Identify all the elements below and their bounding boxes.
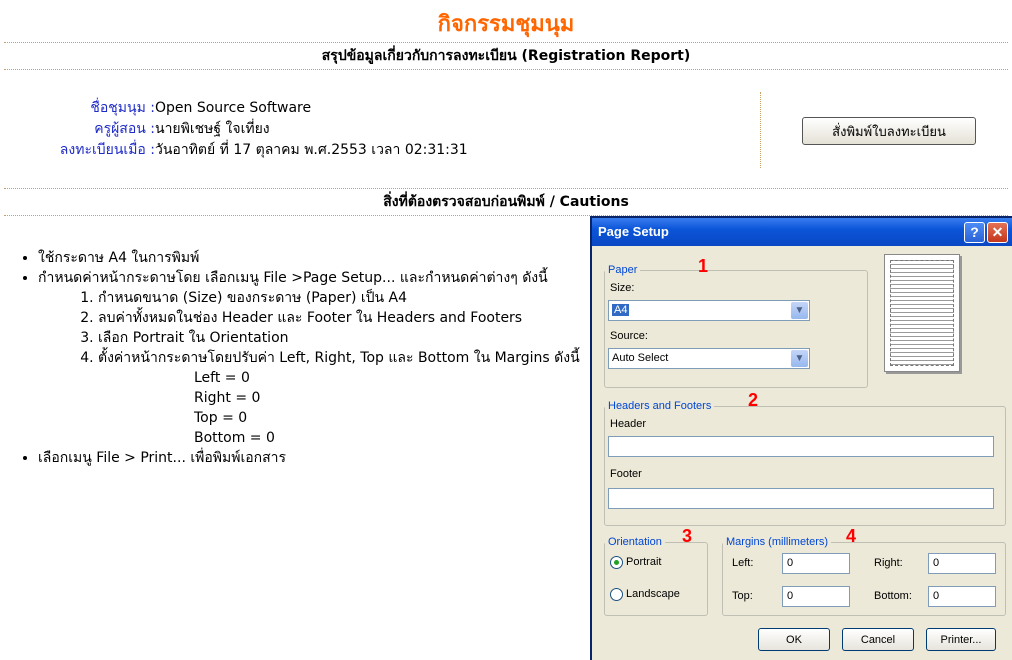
margin-left: Left = 0 <box>194 370 250 386</box>
registered-value: วันอาทิตย์ ที่ 17 ตุลาคม พ.ศ.2553 เวลา 0… <box>155 142 468 158</box>
print-registration-button[interactable]: สั่งพิมพ์ใบลงทะเบียน <box>802 117 976 145</box>
source-value: Auto Select <box>612 352 669 364</box>
right-margin-input[interactable]: 0 <box>928 553 996 574</box>
step-orientation: เลือก Portrait ใน Orientation <box>98 328 584 348</box>
bottom-label: Bottom: <box>874 590 912 602</box>
step-margins: ตั้งค่าหน้ากระดาษโดยปรับค่า Left, Right,… <box>98 348 584 448</box>
headers-footers-legend: Headers and Footers <box>608 400 712 412</box>
paper-legend: Paper <box>608 264 638 276</box>
annotation-1: 1 <box>698 256 709 276</box>
club-label: ชื่อชุมนุม : <box>90 100 155 116</box>
registered-row: ลงทะเบียนเมื่อ : วันอาทิตย์ ที่ 17 ตุลาค… <box>0 140 468 161</box>
dialog-titlebar[interactable]: Page Setup ? ✕ <box>592 218 1012 246</box>
portrait-radio[interactable] <box>610 556 623 569</box>
report-header: สรุปข้อมูลเกี่ยวกับการลงทะเบียน (Registr… <box>4 42 1008 70</box>
source-select[interactable]: Auto Select ▼ <box>608 348 810 369</box>
divider <box>760 92 761 168</box>
step-margins-text: ตั้งค่าหน้ากระดาษโดยปรับค่า Left, Right,… <box>98 350 580 366</box>
left-label: Left: <box>732 557 754 569</box>
page-title: กิจกรรมชุมนุม <box>437 12 575 37</box>
club-row: ชื่อชุมนุม : Open Source Software <box>0 98 468 119</box>
portrait-label: Portrait <box>626 556 662 568</box>
landscape-radio[interactable] <box>610 588 623 601</box>
margins-legend: Margins (millimeters) <box>726 536 829 548</box>
top-margin-input[interactable]: 0 <box>782 586 850 607</box>
caution-item-page-setup-text: กำหนดค่าหน้ากระดาษโดย เลือกเมนู File >Pa… <box>38 270 548 286</box>
teacher-value: นายพิเชษฐ์ ใจเที่ยง <box>155 121 270 137</box>
landscape-label: Landscape <box>626 588 680 600</box>
cancel-button[interactable]: Cancel <box>842 628 914 651</box>
size-value: A4 <box>612 304 630 316</box>
dialog-title: Page Setup <box>598 224 669 239</box>
size-select[interactable]: A4 ▼ <box>608 300 810 321</box>
margin-top: Top = 0 <box>194 410 248 426</box>
caution-item-paper: ใช้กระดาษ A4 ในการพิมพ์ <box>38 248 584 268</box>
header-label: Header <box>610 418 647 430</box>
club-value: Open Source Software <box>155 100 312 116</box>
margin-bottom: Bottom = 0 <box>194 430 275 446</box>
chevron-down-icon[interactable]: ▼ <box>791 350 808 367</box>
caution-item-print: เลือกเมนู File > Print... เพื่อพิมพ์เอกส… <box>38 448 584 468</box>
annotation-4: 4 <box>846 526 857 546</box>
close-icon[interactable]: ✕ <box>987 222 1008 243</box>
registration-info: ชื่อชุมนุม : Open Source Software ครูผู้… <box>0 98 468 161</box>
cautions-header: สิ่งที่ต้องตรวจสอบก่อนพิมพ์ / Cautions <box>4 188 1008 216</box>
teacher-row: ครูผู้สอน : นายพิเชษฐ์ ใจเที่ยง <box>0 119 468 140</box>
margin-right: Right = 0 <box>194 390 261 406</box>
cautions-list: ใช้กระดาษ A4 ในการพิมพ์ กำหนดค่าหน้ากระด… <box>24 248 584 468</box>
printer-button[interactable]: Printer... <box>926 628 996 651</box>
registered-label: ลงทะเบียนเมื่อ : <box>59 142 155 158</box>
right-label: Right: <box>874 557 903 569</box>
paper-group: Paper <box>604 264 868 388</box>
left-margin-input[interactable]: 0 <box>782 553 850 574</box>
caution-item-page-setup: กำหนดค่าหน้ากระดาษโดย เลือกเมนู File >Pa… <box>38 268 584 448</box>
margin-values: Left = 0 Right = 0 Top = 0 Bottom = 0 <box>98 368 584 448</box>
bottom-margin-input[interactable]: 0 <box>928 586 996 607</box>
annotation-2: 2 <box>748 390 759 410</box>
orientation-group: Orientation <box>604 536 708 616</box>
page-preview-icon <box>884 254 960 372</box>
header-input[interactable] <box>608 436 994 457</box>
source-label: Source: <box>610 330 648 342</box>
footer-input[interactable] <box>608 488 994 509</box>
ok-button[interactable]: OK <box>758 628 830 651</box>
chevron-down-icon[interactable]: ▼ <box>791 302 808 319</box>
size-label: Size: <box>610 282 635 294</box>
teacher-label: ครูผู้สอน : <box>94 121 155 137</box>
step-size: กำหนดขนาด (Size) ของกระดาษ (Paper) เป็น … <box>98 288 584 308</box>
orientation-legend: Orientation <box>608 536 662 548</box>
footer-label: Footer <box>610 468 642 480</box>
help-icon[interactable]: ? <box>964 222 985 243</box>
page-setup-dialog: Page Setup ? ✕ Paper 1 Size: A4 ▼ Source… <box>590 216 1012 660</box>
top-label: Top: <box>732 590 753 602</box>
annotation-3: 3 <box>682 526 693 546</box>
step-headers-footers: ลบค่าทั้งหมดในช่อง Header และ Footer ใน … <box>98 308 584 328</box>
